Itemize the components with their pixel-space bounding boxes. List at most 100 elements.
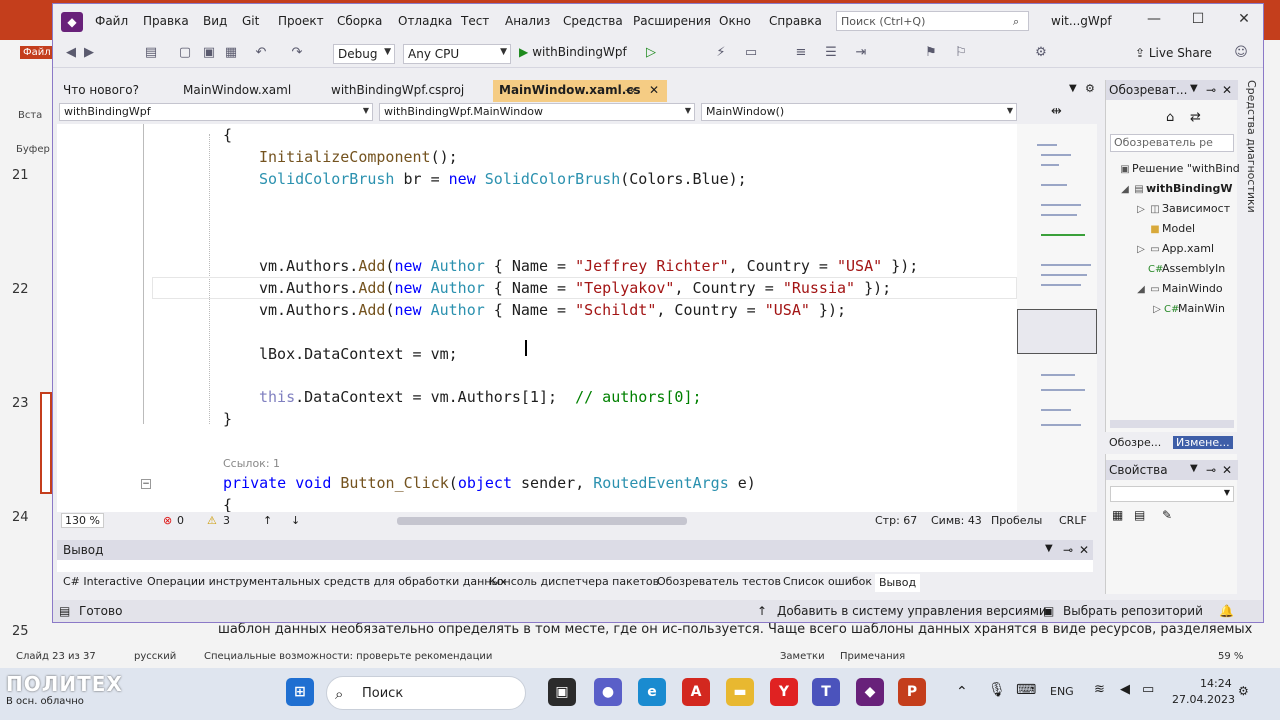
add-to-source-control[interactable]: Добавить в систему управления версиями <box>777 604 1047 618</box>
categorized-icon[interactable]: ▦ <box>1112 508 1123 522</box>
pin-icon[interactable]: ⊸ <box>1063 543 1073 557</box>
close-icon[interactable]: ✕ <box>1222 463 1232 477</box>
menu-debug[interactable]: Отладка <box>398 14 452 28</box>
indent-icon[interactable]: ⇥ <box>853 45 869 61</box>
start-debugging-button[interactable]: ▶ withBindingWpf <box>519 45 627 59</box>
bookmark-icon[interactable]: ⚑ <box>923 45 939 61</box>
pin-icon[interactable]: ⊸ <box>625 83 635 97</box>
ppt-insert-label[interactable]: Вста <box>18 110 42 121</box>
undo-icon[interactable]: ↶ <box>253 45 269 61</box>
ppt-file-tab[interactable]: Файл <box>20 46 54 59</box>
volume-icon[interactable]: ◀ <box>1120 682 1130 697</box>
alphabetical-icon[interactable]: ▤ <box>1134 508 1145 522</box>
wifi-icon[interactable]: ≋ <box>1094 682 1105 697</box>
ppt-comments-button[interactable]: Примечания <box>840 651 905 662</box>
hot-reload-icon[interactable]: ⚡ <box>713 45 729 61</box>
active-slide-thumbnail[interactable] <box>40 392 52 494</box>
tab-package-manager[interactable]: Консоль диспетчера пакетов <box>489 575 659 588</box>
comment-icon[interactable]: ☰ <box>823 45 839 61</box>
maximize-button[interactable]: ☐ <box>1183 11 1213 27</box>
edge-icon[interactable]: e <box>638 678 666 706</box>
tree-item-model[interactable]: ■ Model <box>1148 222 1195 235</box>
whitespace-mode[interactable]: Пробелы <box>991 514 1042 527</box>
menu-build[interactable]: Сборка <box>337 14 382 28</box>
feedback-icon[interactable]: ☺ <box>1233 45 1249 61</box>
tab-data-tools[interactable]: Операции инструментальных средств для об… <box>147 575 507 588</box>
keyboard-icon[interactable]: ⌨ <box>1016 682 1036 698</box>
line-endings[interactable]: CRLF <box>1059 514 1087 527</box>
notification-icon[interactable]: ⚙ <box>1238 684 1249 698</box>
codelens-references[interactable]: Ссылок: 1 <box>223 457 280 470</box>
tab-output[interactable]: Вывод <box>875 574 921 592</box>
configuration-select[interactable]: Debug ▼ <box>333 44 395 64</box>
project-dropdown[interactable]: withBindingWpf ▼ <box>59 103 373 121</box>
code-editor[interactable]: { InitializeComponent(); SolidColorBrush… <box>57 124 1017 512</box>
yandex-icon[interactable]: Y <box>770 678 798 706</box>
tab-whats-new[interactable]: Что нового? <box>57 80 145 102</box>
chevron-down-icon[interactable]: ▼ <box>1190 83 1198 94</box>
chevron-down-icon[interactable]: ▼ <box>1190 463 1198 474</box>
collapse-icon[interactable]: − <box>141 479 151 489</box>
menu-window[interactable]: Окно <box>719 14 751 28</box>
acrobat-icon[interactable]: A <box>682 678 710 706</box>
error-count[interactable]: 0 <box>177 514 184 527</box>
solution-horizontal-scrollbar[interactable] <box>1110 420 1234 428</box>
menu-tools[interactable]: Средства <box>563 14 623 28</box>
tree-item-mainwindow[interactable]: ◢ ▭ MainWindo <box>1134 282 1223 295</box>
clock-date[interactable]: 27.04.2023 <box>1172 693 1235 706</box>
split-icon[interactable]: ⇹ <box>1051 104 1062 119</box>
home-icon[interactable]: ⌂ <box>1166 110 1174 125</box>
chat-icon[interactable]: ● <box>594 678 622 706</box>
ppt-accessibility[interactable]: Специальные возможности: проверьте реком… <box>204 651 492 662</box>
switch-views-icon[interactable]: ⇄ <box>1190 110 1201 125</box>
column-number[interactable]: Симв: 43 <box>931 514 982 527</box>
menu-project[interactable]: Проект <box>278 14 324 28</box>
warning-icon[interactable]: ⚠ <box>207 514 217 527</box>
tab-csharp-interactive[interactable]: C# Interactive <box>63 575 143 588</box>
diagnostic-tools-sidebar[interactable]: Средства диагностики <box>1239 74 1263 474</box>
tree-item-dependencies[interactable]: ▷ ◫ Зависимост <box>1134 202 1230 215</box>
ppt-zoom-level[interactable]: 59 % <box>1218 651 1243 662</box>
chevron-up-icon[interactable]: ⌃ <box>956 684 968 700</box>
zoom-select[interactable]: 130 % <box>61 513 104 528</box>
tab-dropdown-icon[interactable]: ▼ <box>1069 83 1077 94</box>
arrow-up-icon[interactable]: ↑ <box>263 514 272 527</box>
chevron-down-icon[interactable]: ▼ <box>1045 543 1053 554</box>
explorer-icon[interactable]: ▬ <box>726 678 754 706</box>
tab-csproj[interactable]: withBindingWpf.csproj <box>325 80 470 102</box>
teams-icon[interactable]: T <box>812 678 840 706</box>
menu-edit[interactable]: Правка <box>143 14 189 28</box>
clock-time[interactable]: 14:24 <box>1200 677 1232 690</box>
tab-git-changes[interactable]: Измене... <box>1173 436 1233 449</box>
visual-studio-icon[interactable]: ◆ <box>856 678 884 706</box>
horizontal-scrollbar[interactable] <box>397 517 687 525</box>
bell-icon[interactable]: 🔔 <box>1219 604 1234 618</box>
tab-solution-explorer[interactable]: Обозре... <box>1109 436 1161 449</box>
close-tab-icon[interactable]: ✕ <box>649 83 659 97</box>
close-icon[interactable]: ✕ <box>1222 83 1232 97</box>
tab-error-list[interactable]: Список ошибок <box>783 575 872 588</box>
minimap[interactable] <box>1017 124 1097 512</box>
menu-help[interactable]: Справка <box>769 14 822 28</box>
tree-item-project[interactable]: ◢ ▤ withBindingW <box>1118 182 1232 195</box>
live-share-button[interactable]: ⇪ Live Share <box>1135 46 1212 60</box>
ppt-language[interactable]: русский <box>134 651 176 662</box>
warning-count[interactable]: 3 <box>223 514 230 527</box>
powerpoint-icon[interactable]: P <box>898 678 926 706</box>
minimap-viewport[interactable] <box>1017 309 1097 354</box>
settings-icon[interactable]: ⚙ <box>1085 82 1095 95</box>
member-dropdown[interactable]: MainWindow() ▼ <box>701 103 1017 121</box>
menu-view[interactable]: Вид <box>203 14 227 28</box>
menu-file[interactable]: Файл <box>95 14 128 28</box>
windows-start-icon[interactable]: ⊞ <box>286 678 314 706</box>
tab-mainwindow-cs[interactable]: MainWindow.xaml.cs ⊸ <box>493 80 667 102</box>
tree-item-app-xaml[interactable]: ▷ ▭ App.xaml <box>1134 242 1214 255</box>
taskbar-search[interactable]: ⌕ Поиск <box>326 676 526 710</box>
tree-item-assemblyinfo[interactable]: C#AssemblyIn <box>1148 262 1225 275</box>
minimize-button[interactable]: — <box>1139 11 1169 27</box>
extensions-icon[interactable]: ⚙ <box>1033 45 1049 61</box>
line-number[interactable]: Стр: 67 <box>875 514 917 527</box>
layout-icon[interactable]: ▭ <box>743 45 759 61</box>
open-icon[interactable]: ▢ <box>177 45 193 61</box>
properties-object-select[interactable]: ▼ <box>1110 486 1234 502</box>
